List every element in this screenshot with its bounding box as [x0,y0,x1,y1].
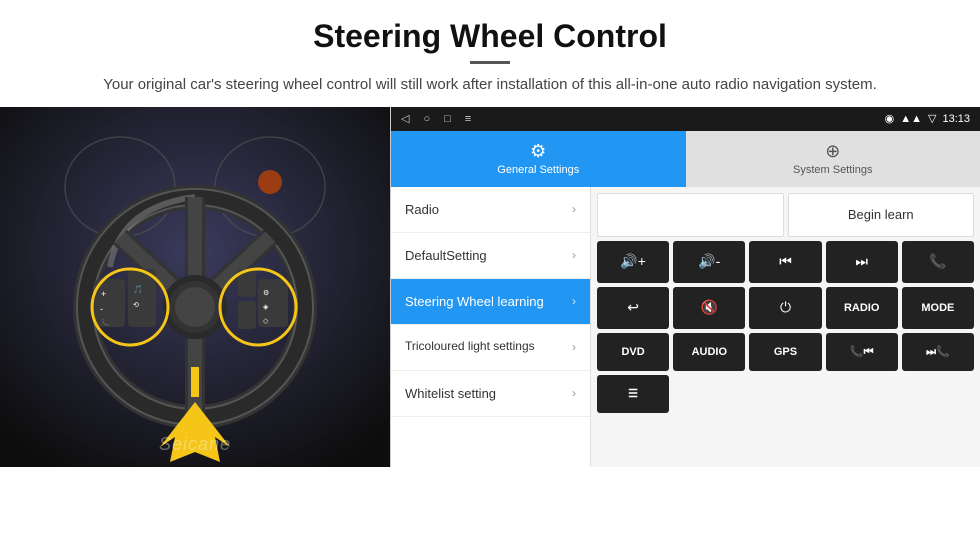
bottom-buttons: DVD AUDIO GPS 📞⏮ ⏭📞 [597,333,974,371]
next-button[interactable]: ⏭ [826,241,898,283]
chevron-right-icon: › [572,202,576,216]
audio-label: AUDIO [692,346,727,358]
chevron-right-icon: › [572,340,576,354]
vol-down-icon: 🔊- [698,253,720,270]
header-description: Your original car's steering wheel contr… [40,74,940,97]
call-next-button[interactable]: ⏭📞 [902,333,974,371]
control-buttons-row1: 🔊+ 🔊- ⏮ ⏭ 📞 [597,241,974,283]
tab-general-label: General Settings [497,164,579,176]
chevron-right-icon: › [572,248,576,262]
menu-item-radio[interactable]: Radio › [391,187,590,233]
page-title: Steering Wheel Control [40,18,940,55]
tab-system-settings[interactable]: ⊕ System Settings [686,131,980,187]
menu-item-light-label: Tricoloured light settings [405,339,535,355]
signal-icon: ▲▲ [900,113,922,125]
radio-label: RADIO [844,302,879,314]
tab-general-settings[interactable]: ⚙ General Settings [391,131,686,187]
steering-wheel-image: + - 📞 🎵 ⟲ ⚙ ◈ ◇ [0,107,390,467]
mute-button[interactable]: 🔇 [673,287,745,329]
tab-bar: ⚙ General Settings ⊕ System Settings [391,131,980,187]
menu-item-default[interactable]: DefaultSetting › [391,233,590,279]
power-button[interactable]: ⏻ [749,287,821,329]
tab-system-label: System Settings [793,164,872,176]
vol-down-button[interactable]: 🔊- [673,241,745,283]
call-icon: 📞 [929,253,946,270]
chevron-right-icon: › [572,386,576,400]
menu-btn[interactable]: ☰ [597,375,669,413]
svg-text:◈: ◈ [263,304,269,311]
svg-text:📞: 📞 [101,318,110,327]
hang-up-button[interactable]: ↩ [597,287,669,329]
menu-item-steering-label: Steering Wheel learning [405,294,544,309]
call-prev-icon: 📞⏮ [850,345,874,359]
menu-list: Radio › DefaultSetting › Steering Wheel … [391,187,591,467]
svg-text:⟲: ⟲ [133,302,139,309]
nav-buttons: ◁ ○ □ ≡ [401,112,471,125]
call-prev-button[interactable]: 📞⏮ [826,333,898,371]
svg-text:🎵: 🎵 [133,285,143,294]
menu-item-whitelist[interactable]: Whitelist setting › [391,371,590,417]
prev-button[interactable]: ⏮ [749,241,821,283]
general-settings-icon: ⚙ [530,141,546,162]
control-buttons-row2: ↩ 🔇 ⏻ RADIO MODE [597,287,974,329]
empty-field [597,193,784,237]
call-button[interactable]: 📞 [902,241,974,283]
call-next-icon: ⏭📞 [926,345,950,359]
vol-up-icon: 🔊+ [620,253,646,270]
system-settings-icon: ⊕ [825,141,840,162]
last-row: ☰ [597,375,974,413]
begin-learn-row: Begin learn [597,193,974,237]
svg-text:-: - [100,304,103,314]
chevron-right-icon: › [572,294,576,308]
power-icon: ⏻ [780,299,791,316]
menu-item-whitelist-label: Whitelist setting [405,386,496,401]
svg-text:◇: ◇ [263,318,269,325]
right-panel: Begin learn 🔊+ 🔊- ⏮ ⏭ [591,187,980,467]
mode-label: MODE [921,302,954,314]
prev-icon: ⏮ [779,253,792,270]
status-indicators: ◉ ▲▲ ▽ 13:13 [885,112,970,125]
menu-icon: ☰ [628,387,638,400]
next-icon: ⏭ [855,253,868,270]
seicane-watermark: Seicane [159,434,231,455]
svg-text:⚙: ⚙ [263,289,269,297]
status-bar: ◁ ○ □ ≡ ◉ ▲▲ ▽ 13:13 [391,107,980,131]
gps-icon: ◉ [885,112,895,125]
gps-label: GPS [774,346,797,358]
nav-home-icon[interactable]: ○ [423,113,430,125]
nav-back-icon[interactable]: ◁ [401,112,409,125]
nav-recent-icon[interactable]: □ [444,113,451,125]
vol-up-button[interactable]: 🔊+ [597,241,669,283]
svg-text:+: + [101,289,106,299]
dvd-button[interactable]: DVD [597,333,669,371]
menu-item-default-label: DefaultSetting [405,248,487,263]
car-image: + - 📞 🎵 ⟲ ⚙ ◈ ◇ Seicane [0,107,390,467]
mute-icon: 🔇 [701,299,718,316]
menu-item-light[interactable]: Tricoloured light settings › [391,325,590,371]
menu-item-radio-label: Radio [405,202,439,217]
title-divider [470,61,510,64]
main-content: + - 📞 🎵 ⟲ ⚙ ◈ ◇ Seicane [0,107,980,467]
audio-button[interactable]: AUDIO [673,333,745,371]
page-header: Steering Wheel Control Your original car… [0,0,980,107]
radio-button[interactable]: RADIO [826,287,898,329]
android-screen: ◁ ○ □ ≡ ◉ ▲▲ ▽ 13:13 ⚙ General Settings … [390,107,980,467]
menu-item-steering[interactable]: Steering Wheel learning › [391,279,590,325]
dvd-label: DVD [621,346,644,358]
gps-button[interactable]: GPS [749,333,821,371]
wifi-icon: ▽ [928,112,936,125]
hang-up-icon: ↩ [627,299,639,316]
time-display: 13:13 [942,113,970,125]
begin-learn-button[interactable]: Begin learn [788,193,975,237]
screen-body: Radio › DefaultSetting › Steering Wheel … [391,187,980,467]
nav-menu-icon[interactable]: ≡ [465,113,471,125]
mode-button[interactable]: MODE [902,287,974,329]
